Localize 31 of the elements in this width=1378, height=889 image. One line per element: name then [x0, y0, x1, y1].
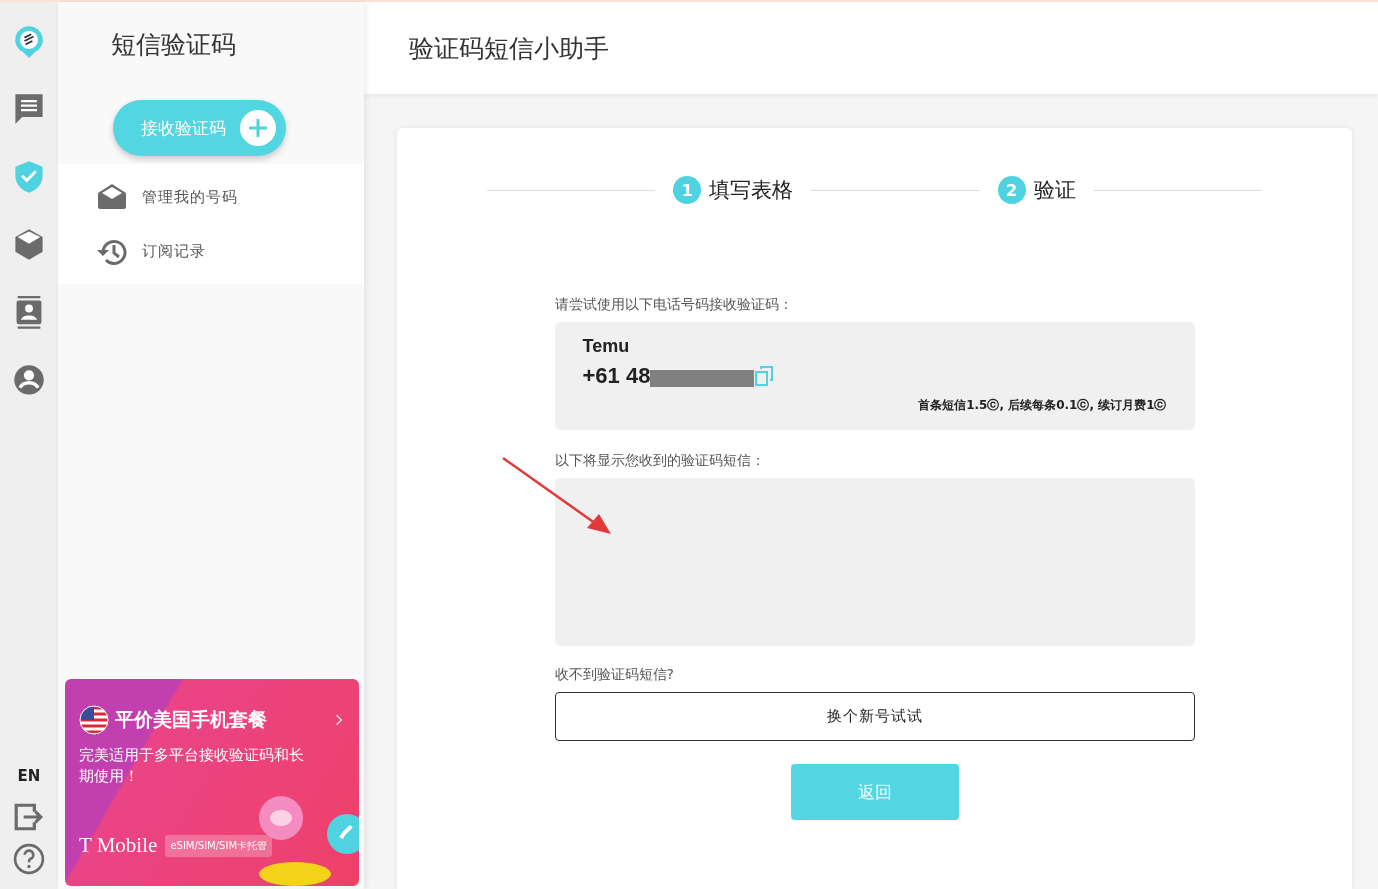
switch-number-button[interactable]: 换个新号试试	[554, 692, 1195, 741]
promo-text: 完美适用于多平台接收验证码和长期使用！	[79, 745, 305, 787]
language-toggle[interactable]: EN	[17, 767, 41, 785]
no-sms-prompt: 收不到验证码短信?	[554, 666, 675, 684]
help-icon[interactable]	[13, 843, 45, 875]
brand-logo: T Mobile	[79, 833, 158, 858]
phone-number: +61 48	[582, 363, 651, 389]
page-title: 验证码短信小助手	[409, 32, 609, 65]
phone-prompt: 请尝试使用以下电话号码接收验证码：	[554, 296, 794, 314]
promo-banner[interactable]: 平价美国手机套餐 完美适用于多平台接收验证码和长期使用！ T Mobile eSIM/SIM/SIM卡托管	[65, 679, 359, 886]
step-number: 1	[673, 176, 702, 204]
step-number: 2	[997, 176, 1026, 204]
pricing-note: 首条短信1.5ⓒ, 后续每条0.1ⓒ, 续订月费1ⓒ	[917, 397, 1167, 414]
sidebar-item[interactable]: 管理我的号码	[58, 170, 364, 224]
flag-icon	[79, 705, 109, 735]
logout-icon[interactable]	[13, 801, 45, 833]
chevron-right-icon	[335, 713, 343, 727]
cube-icon[interactable]	[13, 228, 45, 262]
mail-icon	[96, 182, 128, 212]
service-name: Temu	[582, 336, 631, 357]
logo-icon[interactable]	[13, 24, 45, 58]
step-label: 填写表格	[709, 177, 794, 204]
account-icon[interactable]	[13, 364, 45, 398]
promo-tag: eSIM/SIM/SIM卡托管	[165, 834, 273, 857]
plus-icon	[240, 110, 276, 146]
promo-title: 平价美国手机套餐	[115, 707, 268, 732]
step-label: 验证	[1033, 177, 1076, 204]
sidebar-item[interactable]: 订阅记录	[58, 224, 364, 278]
chat-icon[interactable]	[13, 92, 45, 126]
sidebar-title: 短信验证码	[110, 29, 237, 61]
sms-prompt: 以下将显示您收到的验证码短信：	[554, 452, 766, 470]
